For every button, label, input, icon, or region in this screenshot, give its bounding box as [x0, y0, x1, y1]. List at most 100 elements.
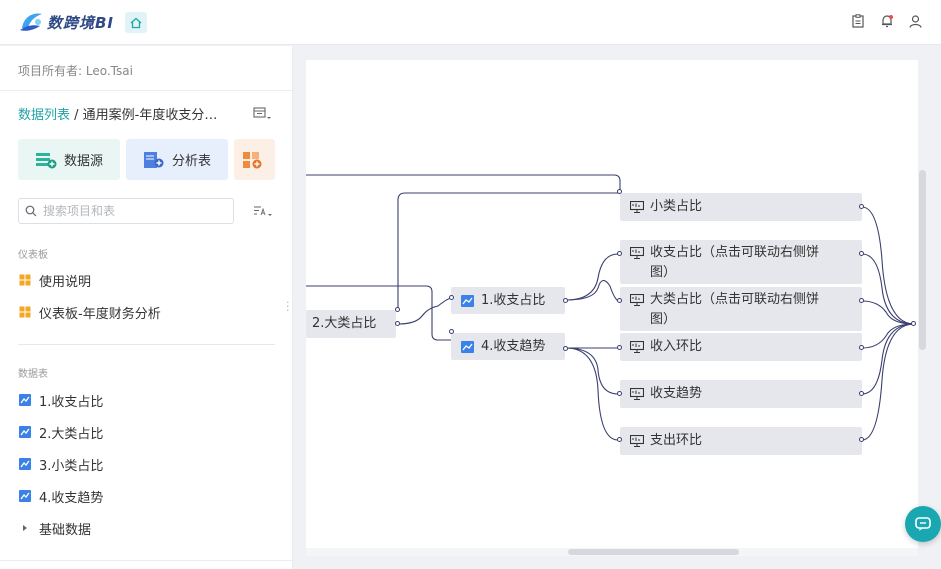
- node-port[interactable]: [617, 298, 622, 303]
- clipboard-icon: [852, 14, 864, 28]
- chat-help-button[interactable]: [905, 506, 941, 542]
- search-input[interactable]: [43, 201, 229, 221]
- node-label: 大类占比（点击可联动右侧饼图）: [650, 292, 820, 327]
- node-label: 4.收支趋势: [481, 338, 546, 354]
- dashboard-item[interactable]: 仪表板-年度财务分析: [18, 302, 161, 322]
- node-port[interactable]: [859, 391, 864, 396]
- dashboard-item-label: 使用说明: [39, 274, 92, 290]
- divider: [0, 560, 293, 561]
- node-port[interactable]: [859, 437, 864, 442]
- node-port[interactable]: [617, 189, 622, 194]
- logo-icon: [20, 13, 42, 31]
- node-port[interactable]: [859, 204, 864, 209]
- scrollbar-thumb[interactable]: [568, 549, 739, 555]
- presentation-chart-icon: [630, 388, 644, 400]
- node-port[interactable]: [563, 346, 568, 351]
- node-port[interactable]: [449, 295, 454, 300]
- table-item[interactable]: 4.收支趋势: [18, 486, 103, 506]
- search-box: [18, 198, 234, 224]
- search-icon: [25, 205, 37, 217]
- chart-node-income-mom[interactable]: 收入环比: [620, 333, 862, 361]
- dashboard-item-label: 仪表板-年度财务分析: [39, 306, 161, 322]
- top-bar: 数跨境BI: [0, 0, 941, 45]
- breadcrumb-root[interactable]: 数据列表: [18, 108, 70, 123]
- brand-name: 数跨境BI: [47, 14, 115, 32]
- table-chart-icon: [18, 458, 31, 470]
- presentation-chart-icon: [630, 294, 644, 306]
- sidebar: 项目所有者: Leo.Tsai 数据列表 / 通用案例-年度收支分… 数据源 分…: [0, 46, 293, 569]
- chart-node-small-category[interactable]: 小类占比: [620, 193, 862, 221]
- table-item[interactable]: 3.小类占比: [18, 454, 103, 474]
- node-port[interactable]: [859, 298, 864, 303]
- node-port[interactable]: [617, 345, 622, 350]
- node-port[interactable]: [563, 298, 568, 303]
- table-chart-icon: [461, 340, 474, 353]
- dashboard-item[interactable]: 使用说明: [18, 270, 91, 290]
- link-line: [565, 347, 619, 441]
- flow-node-4[interactable]: 4.收支趋势: [451, 333, 565, 360]
- folder-item-label: 基础数据: [39, 522, 92, 538]
- node-port[interactable]: [395, 307, 400, 312]
- table-chart-icon: [461, 294, 474, 307]
- link-line: [861, 323, 915, 395]
- node-label: 收入环比: [650, 339, 703, 354]
- link-line: [397, 297, 453, 325]
- sort-icon[interactable]: [253, 204, 273, 218]
- node-port[interactable]: [395, 321, 400, 326]
- table-item[interactable]: 1.收支占比: [18, 390, 103, 410]
- link-line: [565, 347, 619, 395]
- breadcrumb: 数据列表 / 通用案例-年度收支分…: [18, 104, 217, 123]
- notification-button[interactable]: [879, 13, 895, 29]
- tile-label: 分析表: [172, 154, 212, 169]
- link-line: [861, 323, 915, 349]
- node-port[interactable]: [617, 437, 622, 442]
- chart-node-income-expense-trend[interactable]: 收支趋势: [620, 380, 862, 408]
- user-button[interactable]: [907, 13, 923, 29]
- node-port[interactable]: [859, 345, 864, 350]
- divider: [0, 90, 293, 91]
- table-item-label: 3.小类占比: [39, 458, 104, 474]
- horizontal-scrollbar[interactable]: [306, 548, 918, 556]
- clipboard-button[interactable]: [850, 13, 866, 29]
- node-port[interactable]: [859, 251, 864, 256]
- tables-section-title: 数据表: [18, 369, 48, 380]
- chart-node-major-category-share[interactable]: 大类占比（点击可联动右侧饼图）: [620, 287, 862, 331]
- node-port[interactable]: [911, 321, 916, 326]
- vertical-scrollbar[interactable]: [919, 170, 926, 350]
- flow-node-1[interactable]: 1.收支占比: [451, 287, 565, 314]
- node-label: 小类占比: [650, 199, 703, 214]
- flow-node-2[interactable]: 2.大类占比: [306, 310, 396, 338]
- lineage-canvas[interactable]: 2.大类占比 1.收支占比 4.收支趋势 小类占比 收支占比（点击可联动右侧饼图…: [306, 60, 918, 548]
- divider: [18, 344, 275, 345]
- home-button[interactable]: [125, 12, 147, 33]
- link-line: [861, 300, 915, 325]
- link-line: [861, 323, 915, 441]
- node-label: 收支趋势: [650, 386, 703, 401]
- link-line: [861, 253, 915, 325]
- add-dashboard-button[interactable]: [234, 139, 275, 180]
- presentation-chart-icon: [630, 435, 644, 447]
- add-datasource-button[interactable]: 数据源: [18, 139, 120, 180]
- dashboards-section-title: 仪表板: [18, 250, 48, 261]
- table-chart-icon: [18, 426, 31, 438]
- table-item-label: 1.收支占比: [39, 394, 104, 410]
- analysis-table-add-icon: [144, 151, 164, 168]
- node-port[interactable]: [617, 251, 622, 256]
- add-analysis-table-button[interactable]: 分析表: [126, 139, 228, 180]
- folder-item[interactable]: 基础数据: [18, 518, 91, 538]
- table-item-label: 2.大类占比: [39, 426, 104, 442]
- tile-label: 数据源: [64, 154, 104, 169]
- view-toggle-icon[interactable]: [252, 106, 272, 122]
- dashboard-icon: [19, 306, 30, 318]
- table-item[interactable]: 2.大类占比: [18, 422, 103, 442]
- datasource-add-icon: [36, 152, 57, 168]
- node-port[interactable]: [449, 329, 454, 334]
- chart-node-expense-mom[interactable]: 支出环比: [620, 427, 862, 455]
- project-owner: 项目所有者: Leo.Tsai: [18, 64, 133, 78]
- resize-handle-icon[interactable]: · · ·: [286, 297, 290, 316]
- presentation-chart-icon: [630, 247, 644, 259]
- table-item-label: 4.收支趋势: [39, 490, 104, 506]
- node-port[interactable]: [617, 391, 622, 396]
- breadcrumb-current: 通用案例-年度收支分…: [82, 108, 218, 123]
- chart-node-income-expense-share[interactable]: 收支占比（点击可联动右侧饼图）: [620, 240, 862, 284]
